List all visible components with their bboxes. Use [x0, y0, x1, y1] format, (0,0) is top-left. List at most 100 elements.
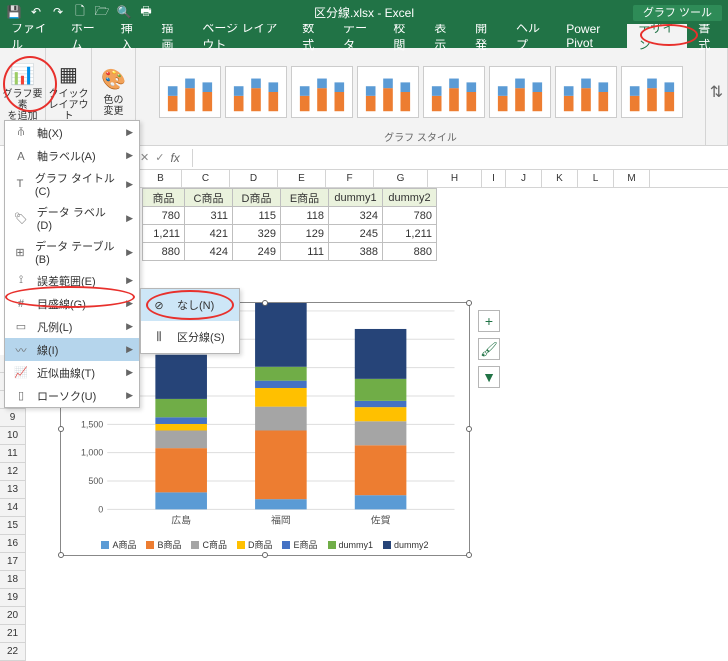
row-header[interactable]: 10: [0, 427, 25, 445]
row-header[interactable]: 15: [0, 517, 25, 535]
row-header[interactable]: 13: [0, 481, 25, 499]
submenu-item[interactable]: ⊘なし(N): [141, 289, 239, 321]
col-header[interactable]: J: [506, 170, 542, 187]
table-cell[interactable]: 249: [233, 243, 281, 261]
row-header[interactable]: 9: [0, 409, 25, 427]
table-header-cell[interactable]: 商品: [143, 189, 185, 207]
data-table[interactable]: 商品C商品D商品E商品dummy1dummy278031111511832478…: [142, 188, 437, 261]
column-headers[interactable]: BCDEFGHIJKLM: [140, 170, 728, 188]
chart-style-thumb[interactable]: [225, 66, 287, 118]
redo-icon[interactable]: ↷: [48, 2, 68, 22]
table-cell[interactable]: 780: [143, 207, 185, 225]
table-cell[interactable]: 880: [143, 243, 185, 261]
row-header[interactable]: 19: [0, 589, 25, 607]
table-cell[interactable]: 311: [185, 207, 233, 225]
table-cell[interactable]: 421: [185, 225, 233, 243]
table-cell[interactable]: 115: [233, 207, 281, 225]
col-header[interactable]: D: [230, 170, 278, 187]
chart-filter-icon[interactable]: ▼: [478, 366, 500, 388]
row-header[interactable]: 18: [0, 571, 25, 589]
col-header[interactable]: M: [614, 170, 650, 187]
table-cell[interactable]: 118: [281, 207, 329, 225]
table-header-cell[interactable]: dummy2: [383, 189, 437, 207]
chart-plus-icon[interactable]: +: [478, 310, 500, 332]
menu-item[interactable]: ⊞データ テーブル(B)▶: [5, 235, 139, 269]
resize-handle[interactable]: [466, 552, 472, 558]
row-header[interactable]: 21: [0, 625, 25, 643]
col-header[interactable]: E: [278, 170, 326, 187]
save-icon[interactable]: 💾: [4, 2, 24, 22]
row-header[interactable]: 17: [0, 553, 25, 571]
resize-handle[interactable]: [58, 426, 64, 432]
preview-icon[interactable]: 🔍: [114, 2, 134, 22]
menu-item-icon: ▯: [11, 387, 31, 404]
row-header[interactable]: 22: [0, 643, 25, 661]
submenu-item[interactable]: ⫼区分線(S): [141, 321, 239, 353]
chart-style-thumb[interactable]: [291, 66, 353, 118]
formula-buttons[interactable]: ✕✓: [140, 151, 164, 164]
change-colors-button[interactable]: 🎨 色の 変更: [94, 67, 134, 117]
switch-row-col-button[interactable]: ⇅: [710, 82, 723, 102]
menu-item[interactable]: 📈近似曲線(T)▶: [5, 361, 139, 384]
new-icon[interactable]: 🗋: [70, 2, 90, 22]
fx-label[interactable]: fx: [164, 151, 185, 165]
resize-handle[interactable]: [262, 300, 268, 306]
row-header[interactable]: 16: [0, 535, 25, 553]
menu-item[interactable]: ⫚軸(X)▶: [5, 121, 139, 144]
resize-handle[interactable]: [58, 552, 64, 558]
col-header[interactable]: I: [482, 170, 506, 187]
menu-item[interactable]: 🏷データ ラベル(D)▶: [5, 201, 139, 235]
menu-item[interactable]: ⟟誤差範囲(E)▶: [5, 269, 139, 292]
chart-style-thumb[interactable]: [159, 66, 221, 118]
resize-handle[interactable]: [466, 426, 472, 432]
resize-handle[interactable]: [466, 300, 472, 306]
table-cell[interactable]: 129: [281, 225, 329, 243]
lines-submenu[interactable]: ⊘なし(N)⫼区分線(S): [140, 288, 240, 354]
table-header-cell[interactable]: dummy1: [329, 189, 383, 207]
col-header[interactable]: G: [374, 170, 428, 187]
row-header[interactable]: 12: [0, 463, 25, 481]
table-cell[interactable]: 245: [329, 225, 383, 243]
chart-style-thumb[interactable]: [555, 66, 617, 118]
col-header[interactable]: C: [182, 170, 230, 187]
chart-style-thumb[interactable]: [621, 66, 683, 118]
table-header-cell[interactable]: E商品: [281, 189, 329, 207]
menu-item[interactable]: #目盛線(G)▶: [5, 292, 139, 315]
open-icon[interactable]: 🗁: [92, 2, 112, 22]
table-cell[interactable]: 388: [329, 243, 383, 261]
table-header-cell[interactable]: D商品: [233, 189, 281, 207]
table-cell[interactable]: 111: [281, 243, 329, 261]
undo-icon[interactable]: ↶: [26, 2, 46, 22]
row-header[interactable]: 14: [0, 499, 25, 517]
add-chart-element-button[interactable]: 📊 グラフ要素 を追加: [3, 61, 43, 122]
table-cell[interactable]: 324: [329, 207, 383, 225]
table-cell[interactable]: 1,211: [143, 225, 185, 243]
print-icon[interactable]: 🖶: [136, 2, 156, 22]
table-cell[interactable]: 880: [383, 243, 437, 261]
menu-item[interactable]: 〰線(I)▶: [5, 338, 139, 361]
table-cell[interactable]: 780: [383, 207, 437, 225]
chart-brush-icon[interactable]: 🖌: [478, 338, 500, 360]
chart-style-thumb[interactable]: [357, 66, 419, 118]
col-header[interactable]: H: [428, 170, 482, 187]
table-header-cell[interactable]: C商品: [185, 189, 233, 207]
menu-item[interactable]: ▯ローソク(U)▶: [5, 384, 139, 407]
chart-element-menu[interactable]: ⫚軸(X)▶Ａ軸ラベル(A)▶Tグラフ タイトル(C)▶🏷データ ラベル(D)▶…: [4, 120, 140, 408]
quick-layout-button[interactable]: ▦ クイック レイアウト: [49, 61, 89, 122]
col-header[interactable]: B: [140, 170, 182, 187]
col-header[interactable]: F: [326, 170, 374, 187]
table-cell[interactable]: 329: [233, 225, 281, 243]
col-header[interactable]: K: [542, 170, 578, 187]
table-cell[interactable]: 424: [185, 243, 233, 261]
table-cell[interactable]: 1,211: [383, 225, 437, 243]
menu-item[interactable]: Ａ軸ラベル(A)▶: [5, 144, 139, 167]
chart-style-gallery[interactable]: [155, 62, 687, 122]
menu-item[interactable]: ▭凡例(L)▶: [5, 315, 139, 338]
chart-style-thumb[interactable]: [423, 66, 485, 118]
chart-style-thumb[interactable]: [489, 66, 551, 118]
row-header[interactable]: 11: [0, 445, 25, 463]
col-header[interactable]: L: [578, 170, 614, 187]
resize-handle[interactable]: [262, 552, 268, 558]
menu-item[interactable]: Tグラフ タイトル(C)▶: [5, 167, 139, 201]
row-header[interactable]: 20: [0, 607, 25, 625]
